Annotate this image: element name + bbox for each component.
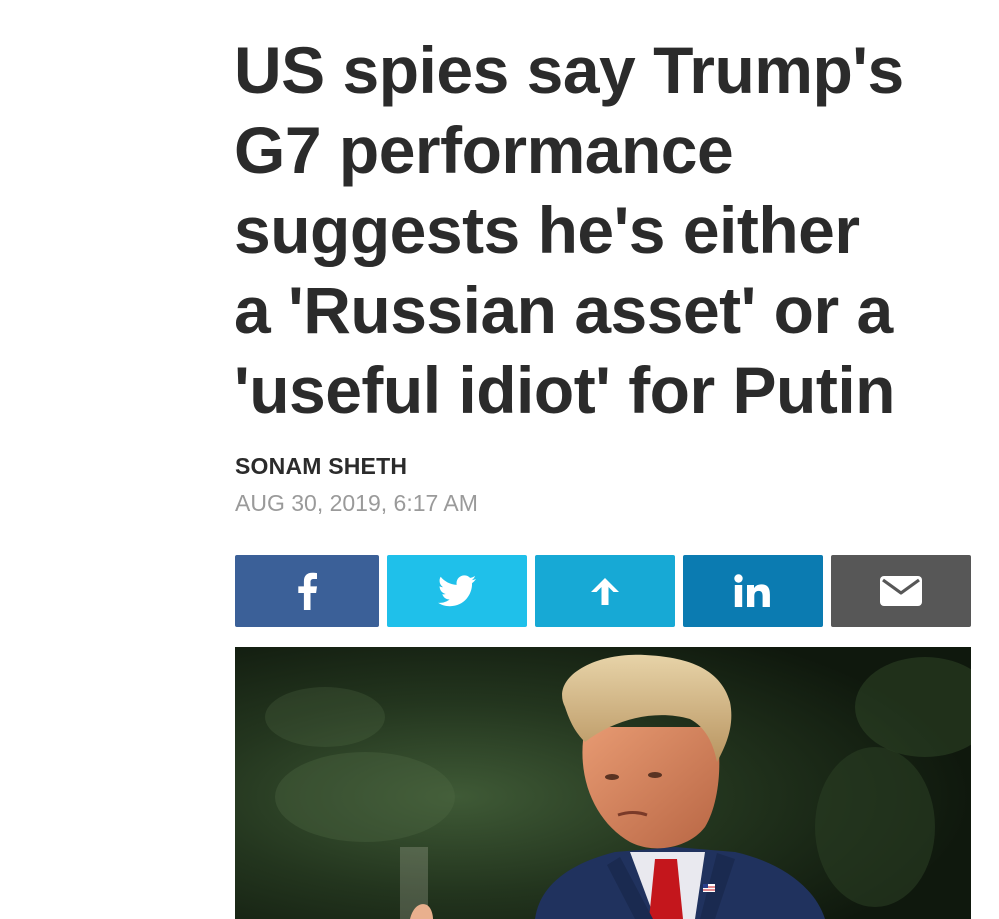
linkedin-share-button[interactable] (683, 555, 823, 627)
headline-line: a 'Russian asset' or a (234, 273, 893, 347)
publish-date: AUG 30, 2019, 6:17 AM (235, 490, 478, 516)
author-byline[interactable]: SONAM SHETH (235, 453, 407, 480)
arrow-up-icon (591, 578, 619, 605)
headline-line: suggests he's either (234, 193, 860, 267)
facebook-share-button[interactable] (235, 555, 379, 627)
twitter-share-button[interactable] (387, 555, 527, 627)
article-headline: US spies say Trump's G7 performance sugg… (234, 30, 974, 430)
headline-line: 'useful idiot' for Putin (234, 353, 896, 427)
linkedin-icon (734, 574, 770, 607)
twitter-icon (438, 575, 476, 607)
article-hero-image (235, 647, 971, 919)
envelope-icon (880, 576, 922, 606)
share-bar (235, 555, 971, 627)
share-button[interactable] (535, 555, 675, 627)
facebook-icon (298, 572, 317, 610)
headline-line: G7 performance (234, 113, 734, 187)
headline-line: US spies say Trump's (234, 33, 904, 107)
email-share-button[interactable] (831, 555, 971, 627)
hero-photo (235, 647, 971, 919)
